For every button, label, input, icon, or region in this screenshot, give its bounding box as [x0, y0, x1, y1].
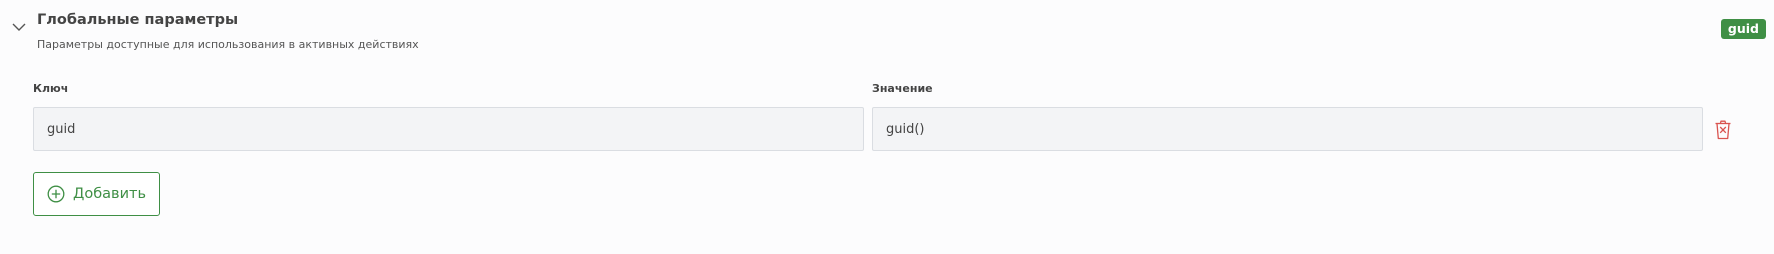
- section-subtitle: Параметры доступные для использования в …: [37, 38, 419, 51]
- add-param-button[interactable]: Добавить: [33, 172, 160, 216]
- add-button-label: Добавить: [73, 186, 146, 202]
- value-label: Значение: [872, 82, 933, 95]
- param-badge: guid: [1720, 19, 1766, 39]
- plus-circle-icon: [47, 185, 65, 203]
- global-params-panel: Глобальные параметры Параметры доступные…: [0, 0, 1774, 254]
- value-input[interactable]: [872, 107, 1703, 151]
- key-label: Ключ: [33, 82, 69, 95]
- section-title: Глобальные параметры: [37, 12, 239, 28]
- trash-icon[interactable]: [1714, 120, 1732, 140]
- chevron-down-icon[interactable]: [12, 22, 26, 32]
- key-input[interactable]: [33, 107, 864, 151]
